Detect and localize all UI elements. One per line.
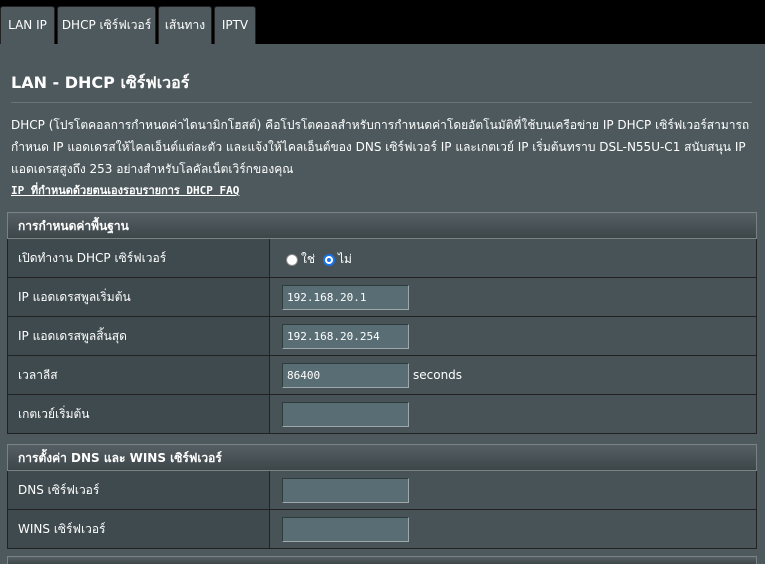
row-wins-server: WINS เซิร์ฟเวอร์ bbox=[7, 510, 757, 549]
radio-yes-label: ใช่ bbox=[301, 252, 316, 266]
wins-server-label: WINS เซิร์ฟเวอร์ bbox=[8, 510, 270, 548]
tab-route[interactable]: เส้นทาง bbox=[158, 6, 212, 45]
radio-no[interactable] bbox=[323, 253, 336, 266]
radio-yes[interactable] bbox=[286, 253, 298, 266]
lease-time-label: เวลาลีส bbox=[8, 356, 270, 394]
dns-server-input[interactable] bbox=[282, 478, 409, 503]
section-header-dns: การตั้งค่า DNS และ WINS เซิร์ฟเวอร์ bbox=[7, 444, 757, 471]
row-enable-dhcp: เปิดทำงาน DHCP เซิร์ฟเวอร์ ใช่ ไม่ bbox=[7, 239, 757, 278]
radio-no-label: ไม่ bbox=[338, 252, 352, 266]
next-section-header bbox=[7, 556, 757, 564]
tab-bar: LAN IP DHCP เซิร์ฟเวอร์ เส้นทาง IPTV bbox=[0, 0, 765, 45]
section-header-basic: การกำหนดค่าพื้นฐาน bbox=[7, 212, 757, 239]
default-gateway-label: เกตเวย์เริ่มต้น bbox=[8, 395, 270, 433]
row-default-gateway: เกตเวย์เริ่มต้น bbox=[7, 395, 757, 434]
default-gateway-input[interactable] bbox=[282, 402, 409, 427]
row-pool-end: IP แอดเดรสพูลสิ้นสุด 192.168.20.254 bbox=[7, 317, 757, 356]
pool-start-label: IP แอดเดรสพูลเริ่มต้น bbox=[8, 278, 270, 316]
enable-dhcp-label: เปิดทำงาน DHCP เซิร์ฟเวอร์ bbox=[8, 239, 270, 277]
lease-unit: seconds bbox=[413, 368, 463, 382]
pool-start-input[interactable]: 192.168.20.1 bbox=[282, 285, 409, 310]
dns-server-label: DNS เซิร์ฟเวอร์ bbox=[8, 471, 270, 509]
row-dns-server: DNS เซิร์ฟเวอร์ bbox=[7, 471, 757, 510]
page-description: DHCP (โปรโตคอลการกำหนดค่าไดนามิกโฮสต์) ค… bbox=[11, 118, 750, 176]
title-divider bbox=[11, 102, 752, 103]
row-pool-start: IP แอดเดรสพูลเริ่มต้น 192.168.20.1 bbox=[7, 278, 757, 317]
lease-time-input[interactable]: 86400 bbox=[282, 363, 409, 388]
page-title: LAN - DHCP เซิร์ฟเวอร์ bbox=[11, 73, 190, 92]
wins-server-input[interactable] bbox=[282, 517, 409, 542]
pool-end-label: IP แอดเดรสพูลสิ้นสุด bbox=[8, 317, 270, 355]
content-panel: LAN - DHCP เซิร์ฟเวอร์ DHCP (โปรโตคอลการ… bbox=[0, 44, 765, 564]
pool-end-input[interactable]: 192.168.20.254 bbox=[282, 324, 409, 349]
tab-lan-ip[interactable]: LAN IP bbox=[0, 6, 55, 45]
tab-iptv[interactable]: IPTV bbox=[214, 6, 256, 45]
faq-link[interactable]: IP ที่กำหนดด้วยตนเองรอบรายการ DHCP FAQ bbox=[11, 181, 239, 199]
row-lease-time: เวลาลีส 86400 seconds bbox=[7, 356, 757, 395]
basic-config-section: การกำหนดค่าพื้นฐาน เปิดทำงาน DHCP เซิร์ฟ… bbox=[7, 212, 757, 434]
tab-dhcp-server[interactable]: DHCP เซิร์ฟเวอร์ bbox=[57, 6, 156, 45]
dns-wins-section: การตั้งค่า DNS และ WINS เซิร์ฟเวอร์ DNS … bbox=[7, 444, 757, 549]
